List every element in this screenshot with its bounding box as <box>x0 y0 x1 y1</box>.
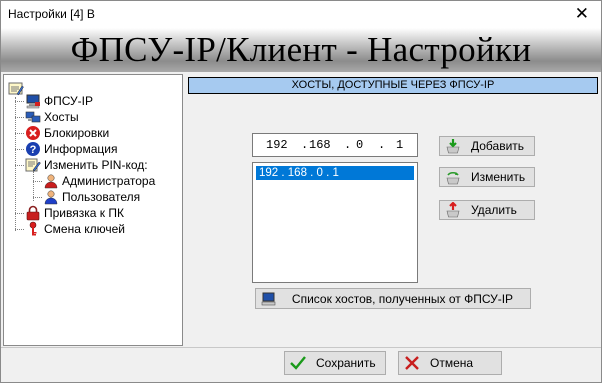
save-button-label: Сохранить <box>316 356 376 370</box>
ip-octet-3[interactable]: 0 <box>356 138 363 152</box>
edit-button[interactable]: Изменить <box>439 167 535 187</box>
tree-item-fpsu[interactable]: ФПСУ-IP <box>15 93 93 109</box>
edit-host-icon <box>446 171 460 185</box>
ip-dot: . <box>301 138 309 152</box>
key-icon <box>29 221 37 236</box>
tree-item-label: Привязка к ПК <box>44 206 124 220</box>
footer-divider <box>1 347 601 348</box>
tree-item-blocks[interactable]: Блокировки <box>15 125 109 141</box>
admin-user-icon <box>44 174 58 189</box>
computer-list-icon <box>261 292 276 305</box>
tree-item-label: Пользователя <box>62 190 141 204</box>
tree-item-pc-binding[interactable]: Привязка к ПК <box>15 205 124 221</box>
ip-octet-2[interactable]: 168 <box>309 138 331 152</box>
delete-button[interactable]: Удалить <box>439 200 535 220</box>
list-item[interactable]: 192 . 168 . 0 . 1 <box>256 166 414 180</box>
header-banner: ФПСУ-IP/Клиент - Настройки <box>1 28 601 72</box>
banner-title: ФПСУ-IP/Клиент - Настройки <box>70 30 532 69</box>
computer-icon <box>26 94 40 109</box>
tree-item-user[interactable]: Пользователя <box>33 189 140 205</box>
title-bar: Настройки [4] В ✕ <box>0 0 602 28</box>
save-button[interactable]: Сохранить <box>284 351 386 375</box>
checkmark-icon <box>290 356 306 370</box>
ip-octet-4[interactable]: 1 <box>396 138 403 152</box>
ip-dot: . <box>378 138 386 152</box>
tree-item-change-pin[interactable]: Изменить PIN-код: <box>15 157 148 173</box>
ip-dot: . <box>344 138 352 152</box>
hosts-list[interactable]: 192 . 168 . 0 . 1 <box>252 162 418 283</box>
add-button[interactable]: Добавить <box>439 136 535 156</box>
tree-item-info[interactable]: ? Информация <box>15 141 117 157</box>
svg-text:?: ? <box>30 144 37 156</box>
hosts-icon <box>25 111 41 123</box>
section-header: ХОСТЫ, ДОСТУПНЫЕ ЧЕРЕЗ ФПСУ-IP <box>188 77 598 94</box>
edit-icon <box>25 158 41 172</box>
delete-icon <box>446 202 460 218</box>
add-icon <box>446 139 460 154</box>
tree-item-label: Хосты <box>44 110 79 124</box>
close-icon[interactable]: ✕ <box>575 4 589 24</box>
tree-item-hosts[interactable]: Хосты <box>15 109 79 125</box>
edit-button-label: Изменить <box>471 170 526 184</box>
tree-item-label: Блокировки <box>44 126 110 140</box>
tree-item-label: Информация <box>44 142 118 156</box>
lock-icon <box>26 205 40 221</box>
tree-item-label: Администратора <box>62 174 156 188</box>
add-button-label: Добавить <box>471 139 525 153</box>
cancel-x-icon <box>405 356 419 370</box>
block-icon <box>26 126 40 140</box>
get-hosts-label: Список хостов, полученных от ФПСУ-IP <box>291 291 514 306</box>
window-title: Настройки [4] В <box>8 7 95 21</box>
get-hosts-button[interactable]: Список хостов, полученных от ФПСУ-IP <box>255 288 531 309</box>
ip-address-input[interactable]: 192 . 168 . 0 . 1 <box>252 133 418 157</box>
tree-item-admin[interactable]: Администратора <box>33 173 155 189</box>
settings-tree[interactable]: ФПСУ-IP Хосты Блокировки ? Информация Из… <box>3 74 183 346</box>
cancel-button[interactable]: Отмена <box>398 351 502 375</box>
cancel-button-label: Отмена <box>430 356 474 370</box>
ip-octet-1[interactable]: 192 <box>266 138 288 152</box>
tree-item-key-change[interactable]: Смена ключей <box>15 221 125 237</box>
tree-item-label: ФПСУ-IP <box>44 94 93 108</box>
info-icon: ? <box>26 142 40 156</box>
tree-item-label: Смена ключей <box>44 222 125 236</box>
user-icon <box>44 190 58 205</box>
delete-button-label: Удалить <box>471 203 517 217</box>
tree-item-label: Изменить PIN-код: <box>44 158 148 172</box>
